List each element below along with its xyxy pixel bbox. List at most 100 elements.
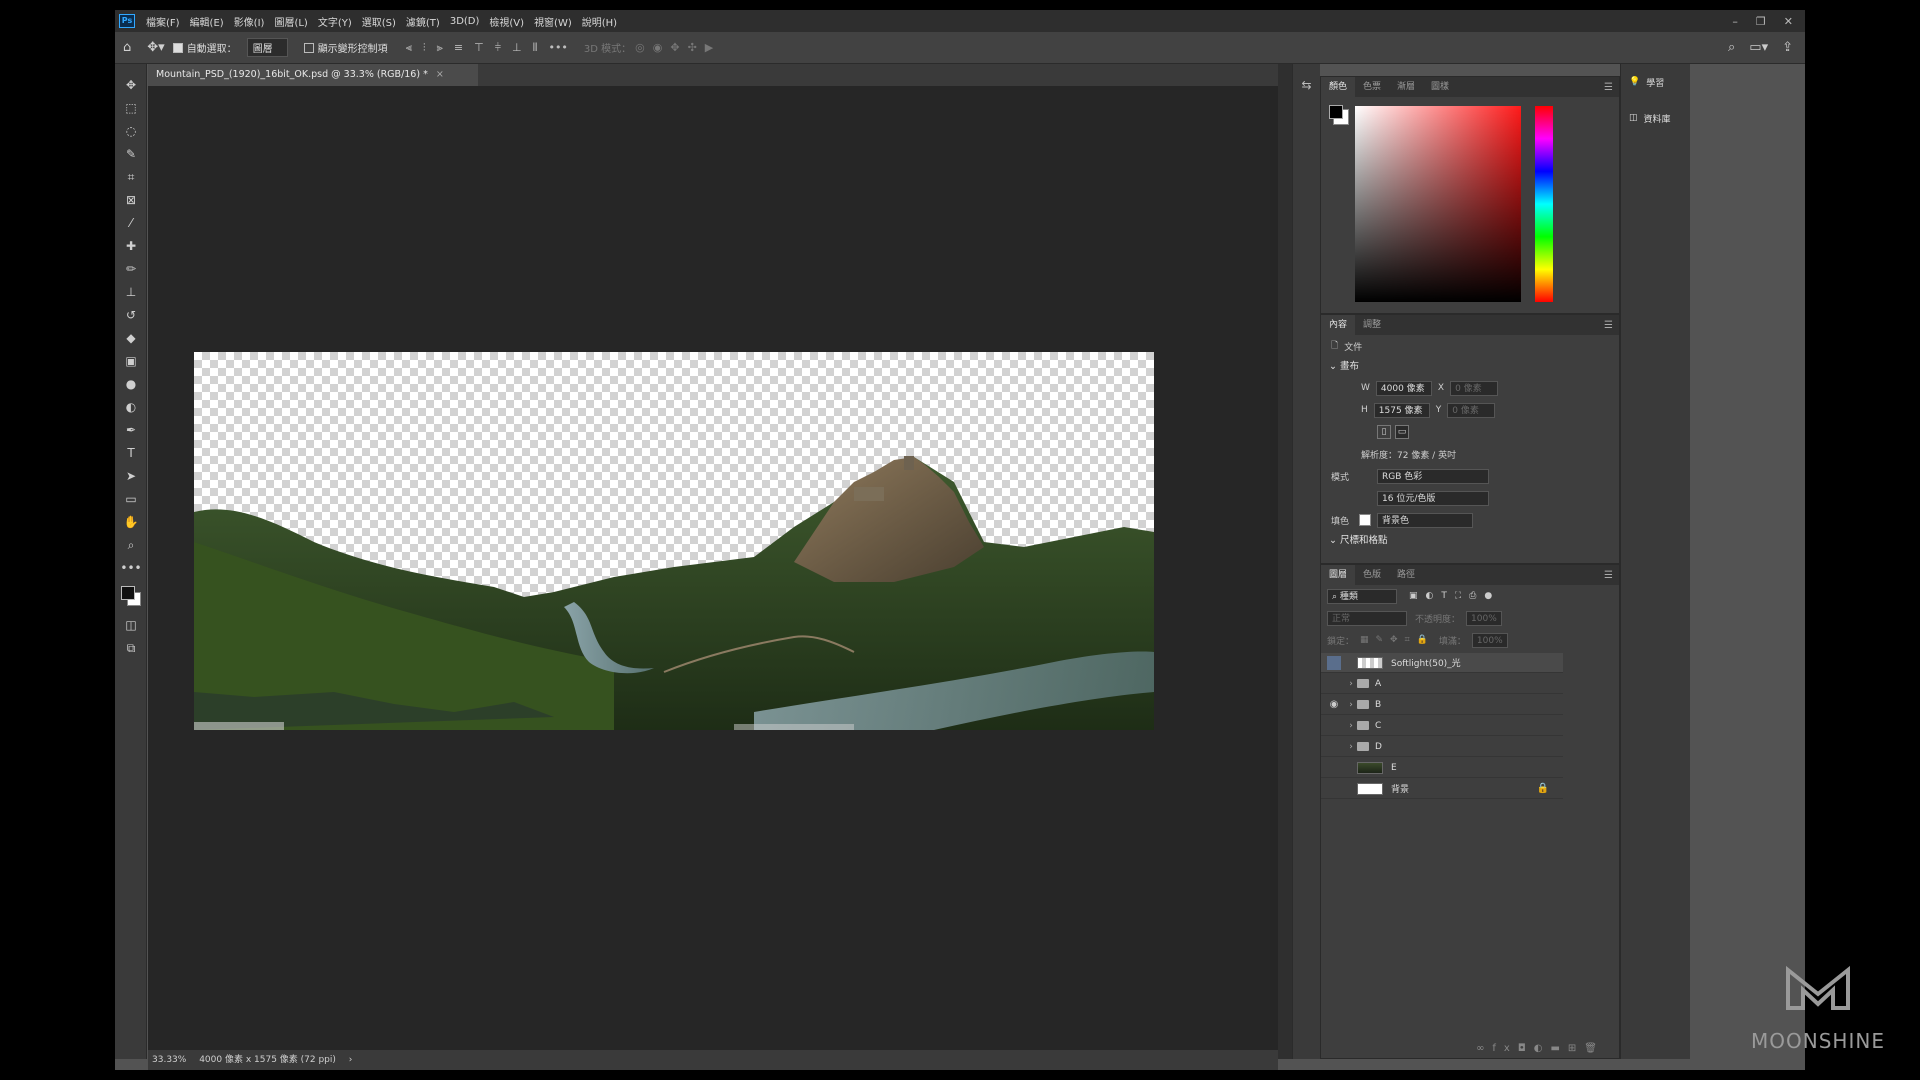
dodge-tool-icon[interactable]: ◐ <box>115 396 147 419</box>
screen-mode-icon[interactable]: ⧉ <box>115 637 147 660</box>
frame-tool-icon[interactable]: ⊠ <box>115 189 147 212</box>
layer-row[interactable]: ◉ › B <box>1321 695 1563 715</box>
menu-window[interactable]: 視窗(W) <box>529 14 577 29</box>
hue-slider[interactable] <box>1535 106 1553 302</box>
layers-footer-icons[interactable]: ∞fx◘◐▬⊞🗑 <box>1476 1043 1605 1054</box>
lasso-tool-icon[interactable]: ◌ <box>115 120 147 143</box>
align-vcenter-icon[interactable]: ⫩ <box>495 41 501 55</box>
status-arrow-icon[interactable]: › <box>349 1055 353 1065</box>
panel-menu-icon[interactable]: ☰ <box>1604 320 1613 331</box>
opacity-field[interactable]: 100% <box>1466 610 1503 626</box>
tab-paths[interactable]: 路徑 <box>1389 565 1423 585</box>
document-tab[interactable]: Mountain_PSD_(1920)_16bit_OK.psd @ 33.3%… <box>148 64 478 86</box>
layer-kind-filter[interactable]: ⌕ 種類 <box>1327 588 1397 604</box>
blur-tool-icon[interactable]: ● <box>115 373 147 396</box>
menu-type[interactable]: 文字(Y) <box>313 14 357 29</box>
rulers-section-title[interactable]: ⌄ 尺標和格點 <box>1321 531 1619 551</box>
expand-chevron-icon[interactable]: › <box>1345 742 1357 752</box>
learn-panel-button[interactable]: 💡 學習 <box>1621 64 1690 100</box>
align-left-icon[interactable]: ⫷ <box>406 41 412 55</box>
quick-select-tool-icon[interactable]: ✎ <box>115 143 147 166</box>
layer-row[interactable]: Softlight(50)_光 <box>1321 653 1563 673</box>
marquee-tool-icon[interactable]: ⬚ <box>115 97 147 120</box>
mode-dropdown[interactable]: RGB 色彩 <box>1377 468 1489 484</box>
visibility-toggle[interactable] <box>1327 782 1341 796</box>
layer-row[interactable]: 背景 🔒 <box>1321 779 1563 799</box>
stamp-tool-icon[interactable]: ⊥ <box>115 281 147 304</box>
zoom-level[interactable]: 33.33% <box>152 1055 186 1065</box>
move-tool-icon[interactable]: ✥ <box>115 74 147 97</box>
tab-swatches[interactable]: 色票 <box>1355 77 1389 97</box>
crop-tool-icon[interactable]: ⌗ <box>115 166 147 189</box>
layer-row[interactable]: › A <box>1321 674 1563 694</box>
menu-layer[interactable]: 圖層(L) <box>269 14 312 29</box>
brush-tool-icon[interactable]: ✏ <box>115 258 147 281</box>
healing-brush-tool-icon[interactable]: ✚ <box>115 235 147 258</box>
edit-toolbar-icon[interactable]: ••• <box>115 557 147 580</box>
fill-field[interactable]: 100% <box>1471 632 1508 648</box>
visibility-toggle[interactable] <box>1327 761 1341 775</box>
eraser-tool-icon[interactable]: ◆ <box>115 327 147 350</box>
pen-tool-icon[interactable]: ✒ <box>115 419 147 442</box>
gradient-tool-icon[interactable]: ▣ <box>115 350 147 373</box>
blend-mode-dropdown[interactable]: 正常 <box>1327 610 1407 626</box>
align-bottom-icon[interactable]: ⊥ <box>512 41 522 55</box>
close-tab-icon[interactable]: × <box>436 69 444 80</box>
panel-foreground-swatch[interactable] <box>1329 105 1343 119</box>
share-icon[interactable]: ⇪ <box>1782 40 1793 55</box>
history-panel-icon[interactable]: ⇆ <box>1293 78 1320 92</box>
menu-3d[interactable]: 3D(D) <box>445 16 485 27</box>
hand-tool-icon[interactable]: ✋ <box>115 511 147 534</box>
panel-menu-icon[interactable]: ☰ <box>1604 82 1613 93</box>
fill-dropdown[interactable]: 背景色 <box>1377 512 1473 528</box>
quick-mask-icon[interactable]: ◫ <box>115 614 147 637</box>
zoom-tool-icon[interactable]: ⌕ <box>115 534 147 557</box>
layer-row[interactable]: E <box>1321 758 1563 778</box>
menu-filter[interactable]: 濾鏡(T) <box>401 14 445 29</box>
type-tool-icon[interactable]: T <box>115 442 147 465</box>
width-field[interactable]: 4000 像素 <box>1375 380 1432 396</box>
search-icon[interactable]: ⌕ <box>1728 40 1735 55</box>
color-picker-field[interactable] <box>1355 106 1521 302</box>
expand-chevron-icon[interactable]: › <box>1345 700 1357 710</box>
fill-color-swatch[interactable] <box>1359 514 1371 526</box>
menu-edit[interactable]: 編輯(E) <box>185 14 229 29</box>
align-right-icon[interactable]: ⫸ <box>437 41 443 55</box>
workspace-icon[interactable]: ▭▾ <box>1749 40 1768 55</box>
expand-chevron-icon[interactable]: › <box>1345 679 1357 689</box>
menu-help[interactable]: 說明(H) <box>577 14 622 29</box>
menu-view[interactable]: 檢視(V) <box>484 14 529 29</box>
tab-layers[interactable]: 圖層 <box>1321 565 1356 585</box>
rectangle-tool-icon[interactable]: ▭ <box>115 488 147 511</box>
visibility-toggle[interactable] <box>1327 740 1341 754</box>
restore-button[interactable]: ❐ <box>1756 15 1766 28</box>
tab-adjustments[interactable]: 調整 <box>1355 315 1389 335</box>
canvas-vertical-scrollbar[interactable] <box>1278 64 1292 1059</box>
layer-filter-icons[interactable]: ▣◐T⛶⎙● <box>1409 591 1500 601</box>
menu-file[interactable]: 檔案(F) <box>141 14 185 29</box>
portrait-icon[interactable]: ▯ <box>1377 425 1391 439</box>
menu-select[interactable]: 選取(S) <box>357 14 401 29</box>
menu-image[interactable]: 影像(I) <box>229 14 270 29</box>
path-select-tool-icon[interactable]: ➤ <box>115 465 147 488</box>
landscape-icon[interactable]: ▭ <box>1395 425 1409 439</box>
canvas-area[interactable] <box>148 86 1278 1059</box>
layer-row[interactable]: › D <box>1321 737 1563 757</box>
tab-color[interactable]: 顏色 <box>1321 77 1356 97</box>
bit-depth-dropdown[interactable]: 16 位元/色版 <box>1377 490 1489 506</box>
tab-channels[interactable]: 色版 <box>1355 565 1389 585</box>
tab-gradients[interactable]: 漸層 <box>1389 77 1423 97</box>
expand-chevron-icon[interactable]: › <box>1345 721 1357 731</box>
canvas-section-title[interactable]: ⌄ 畫布 <box>1321 357 1619 377</box>
distribute-v-icon[interactable]: ≡ <box>454 41 463 55</box>
visibility-toggle[interactable] <box>1327 677 1341 691</box>
align-top-icon[interactable]: ⊤ <box>474 41 484 55</box>
home-icon[interactable]: ⌂ <box>123 40 131 55</box>
eyedropper-tool-icon[interactable]: ⁄ <box>115 212 147 235</box>
history-brush-tool-icon[interactable]: ↺ <box>115 304 147 327</box>
visibility-toggle[interactable] <box>1327 655 1341 670</box>
eye-icon[interactable]: ◉ <box>1327 698 1341 712</box>
foreground-color-swatch[interactable] <box>121 586 135 600</box>
distribute-h-icon[interactable]: ⦀ <box>533 41 538 55</box>
document-image[interactable] <box>194 352 1154 730</box>
